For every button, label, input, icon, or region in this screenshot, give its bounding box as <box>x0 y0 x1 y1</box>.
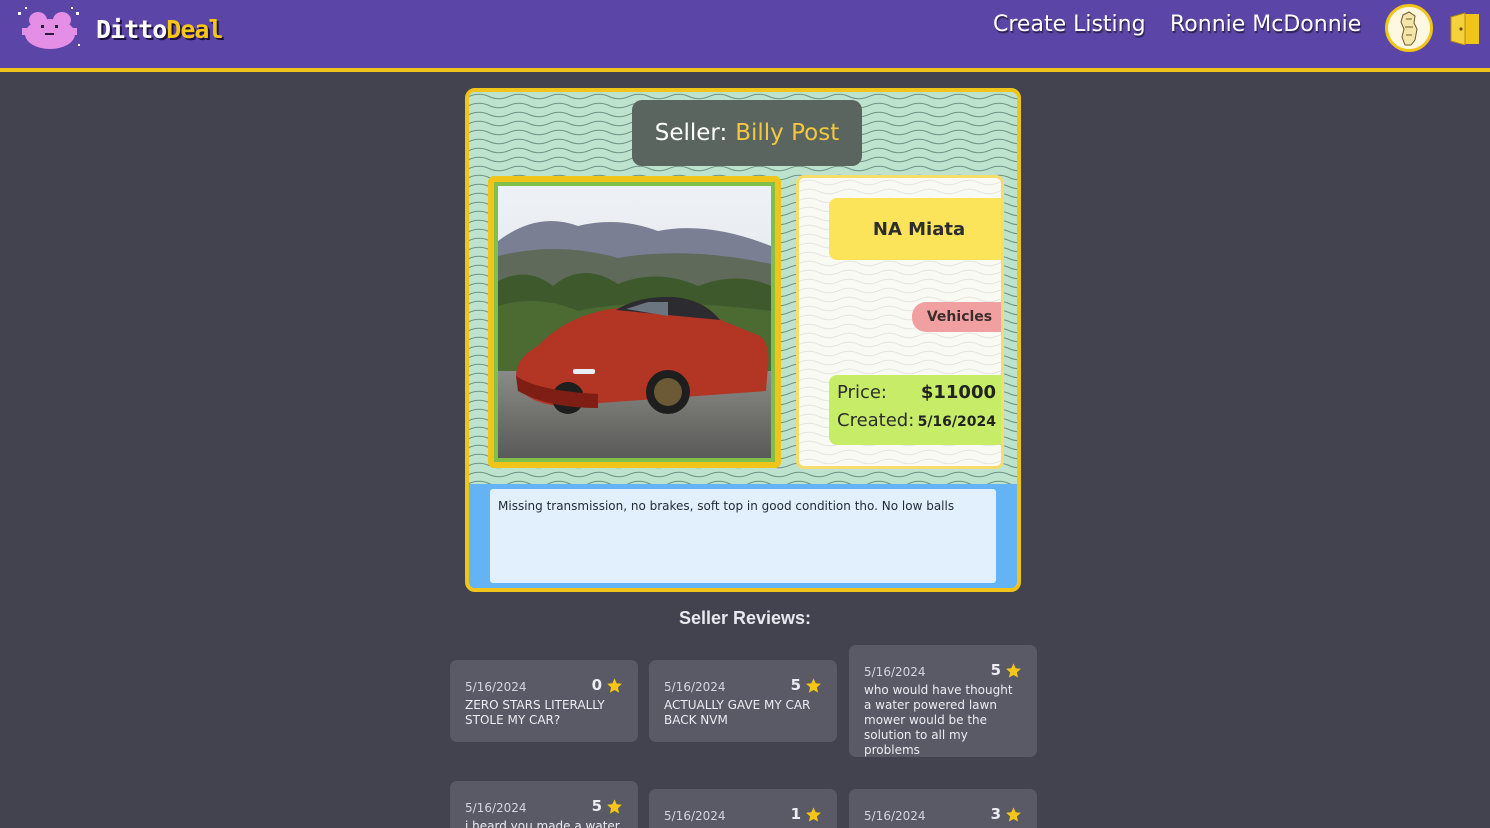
star-icon <box>1006 806 1021 822</box>
brand-home-link[interactable]: DittoDeal <box>16 6 223 52</box>
review-text: i heard you made a water <box>465 819 620 828</box>
star-icon <box>806 806 821 822</box>
review-card: 5/16/2024 5 ACTUALLY GAVE MY CAR BACK NV… <box>649 660 837 742</box>
review-text: ZERO STARS LITERALLY STOLE MY CAR? <box>465 698 605 727</box>
star-icon <box>607 798 622 814</box>
listing-card: Seller: Billy Post NA Miata Vehicles Pri… <box>465 88 1021 592</box>
price-box: Price: $11000 Created: 5/16/2024 <box>829 375 1001 445</box>
review-head: 5/16/2024 5 <box>465 781 623 815</box>
category-badge[interactable]: Vehicles <box>912 302 1001 332</box>
rating-value: 5 <box>591 797 602 815</box>
created-label: Created: <box>837 410 915 431</box>
price-row: Price: $11000 <box>837 382 996 403</box>
review-card: 5/16/2024 1 <box>649 789 837 828</box>
brand-name-deal: Deal <box>166 14 223 44</box>
rating-value: 5 <box>790 676 801 694</box>
review-card: 5/16/2024 5 i heard you made a water <box>450 781 638 828</box>
listing-info-panel: NA Miata Vehicles Price: $11000 Created:… <box>796 175 1004 469</box>
review-head: 5/16/2024 5 <box>664 660 822 694</box>
review-rating: 5 <box>592 797 623 815</box>
review-rating: 5 <box>991 661 1022 679</box>
review-date: 5/16/2024 <box>864 809 926 823</box>
star-icon <box>806 677 821 693</box>
review-head: 5/16/2024 1 <box>664 789 822 823</box>
listing-title: NA Miata <box>829 198 1001 260</box>
navbar: DittoDeal Create Listing Ronnie McDonnie <box>0 0 1490 72</box>
listing-photo-border <box>494 182 775 462</box>
star-icon <box>1006 662 1021 678</box>
user-profile-link[interactable]: Ronnie McDonnie <box>1170 12 1361 37</box>
review-text: ACTUALLY GAVE MY CAR BACK NVM <box>664 698 811 727</box>
review-date: 5/16/2024 <box>465 801 527 815</box>
avatar-image <box>1388 7 1430 49</box>
listing-photo[interactable] <box>498 186 771 458</box>
review-head: 5/16/2024 0 <box>465 660 623 694</box>
brand-name: DittoDeal <box>96 14 223 44</box>
listing-description: Missing transmission, no brakes, soft to… <box>490 489 996 583</box>
review-rating: 3 <box>991 805 1022 823</box>
review-date: 5/16/2024 <box>465 680 527 694</box>
seller-box: Seller: Billy Post <box>632 100 862 166</box>
review-date: 5/16/2024 <box>664 680 726 694</box>
review-text: who would have thought a water powered l… <box>864 683 1013 757</box>
rating-value: 3 <box>990 805 1001 823</box>
ditto-logo-icon <box>18 7 80 49</box>
created-row: Created: 5/16/2024 <box>837 410 996 431</box>
rating-value: 5 <box>990 661 1001 679</box>
brand-name-ditto: Ditto <box>96 14 167 44</box>
seller-label: Seller: <box>654 120 728 146</box>
star-icon <box>607 677 622 693</box>
reviews-heading: Seller Reviews: <box>678 608 812 628</box>
review-date: 5/16/2024 <box>664 809 726 823</box>
created-date: 5/16/2024 <box>917 414 996 430</box>
review-date: 5/16/2024 <box>864 665 926 679</box>
listing-photo-frame <box>488 176 781 468</box>
review-rating: 1 <box>791 805 822 823</box>
price-value: $11000 <box>920 382 996 403</box>
review-head: 5/16/2024 3 <box>864 789 1022 823</box>
review-card: 5/16/2024 3 <box>849 789 1037 828</box>
review-card: 5/16/2024 0 ZERO STARS LITERALLY STOLE M… <box>450 660 638 742</box>
review-rating: 0 <box>592 676 623 694</box>
description-section: Missing transmission, no brakes, soft to… <box>469 484 1017 588</box>
review-card: 5/16/2024 5 who would have thought a wat… <box>849 645 1037 757</box>
review-rating: 5 <box>791 676 822 694</box>
seller-name-link[interactable]: Billy Post <box>735 120 839 146</box>
rating-value: 0 <box>591 676 602 694</box>
review-head: 5/16/2024 5 <box>864 645 1022 679</box>
logout-icon[interactable] <box>1449 11 1481 45</box>
create-listing-link[interactable]: Create Listing <box>993 12 1146 37</box>
price-label: Price: <box>837 382 887 403</box>
avatar[interactable] <box>1385 4 1433 52</box>
rating-value: 1 <box>790 805 801 823</box>
